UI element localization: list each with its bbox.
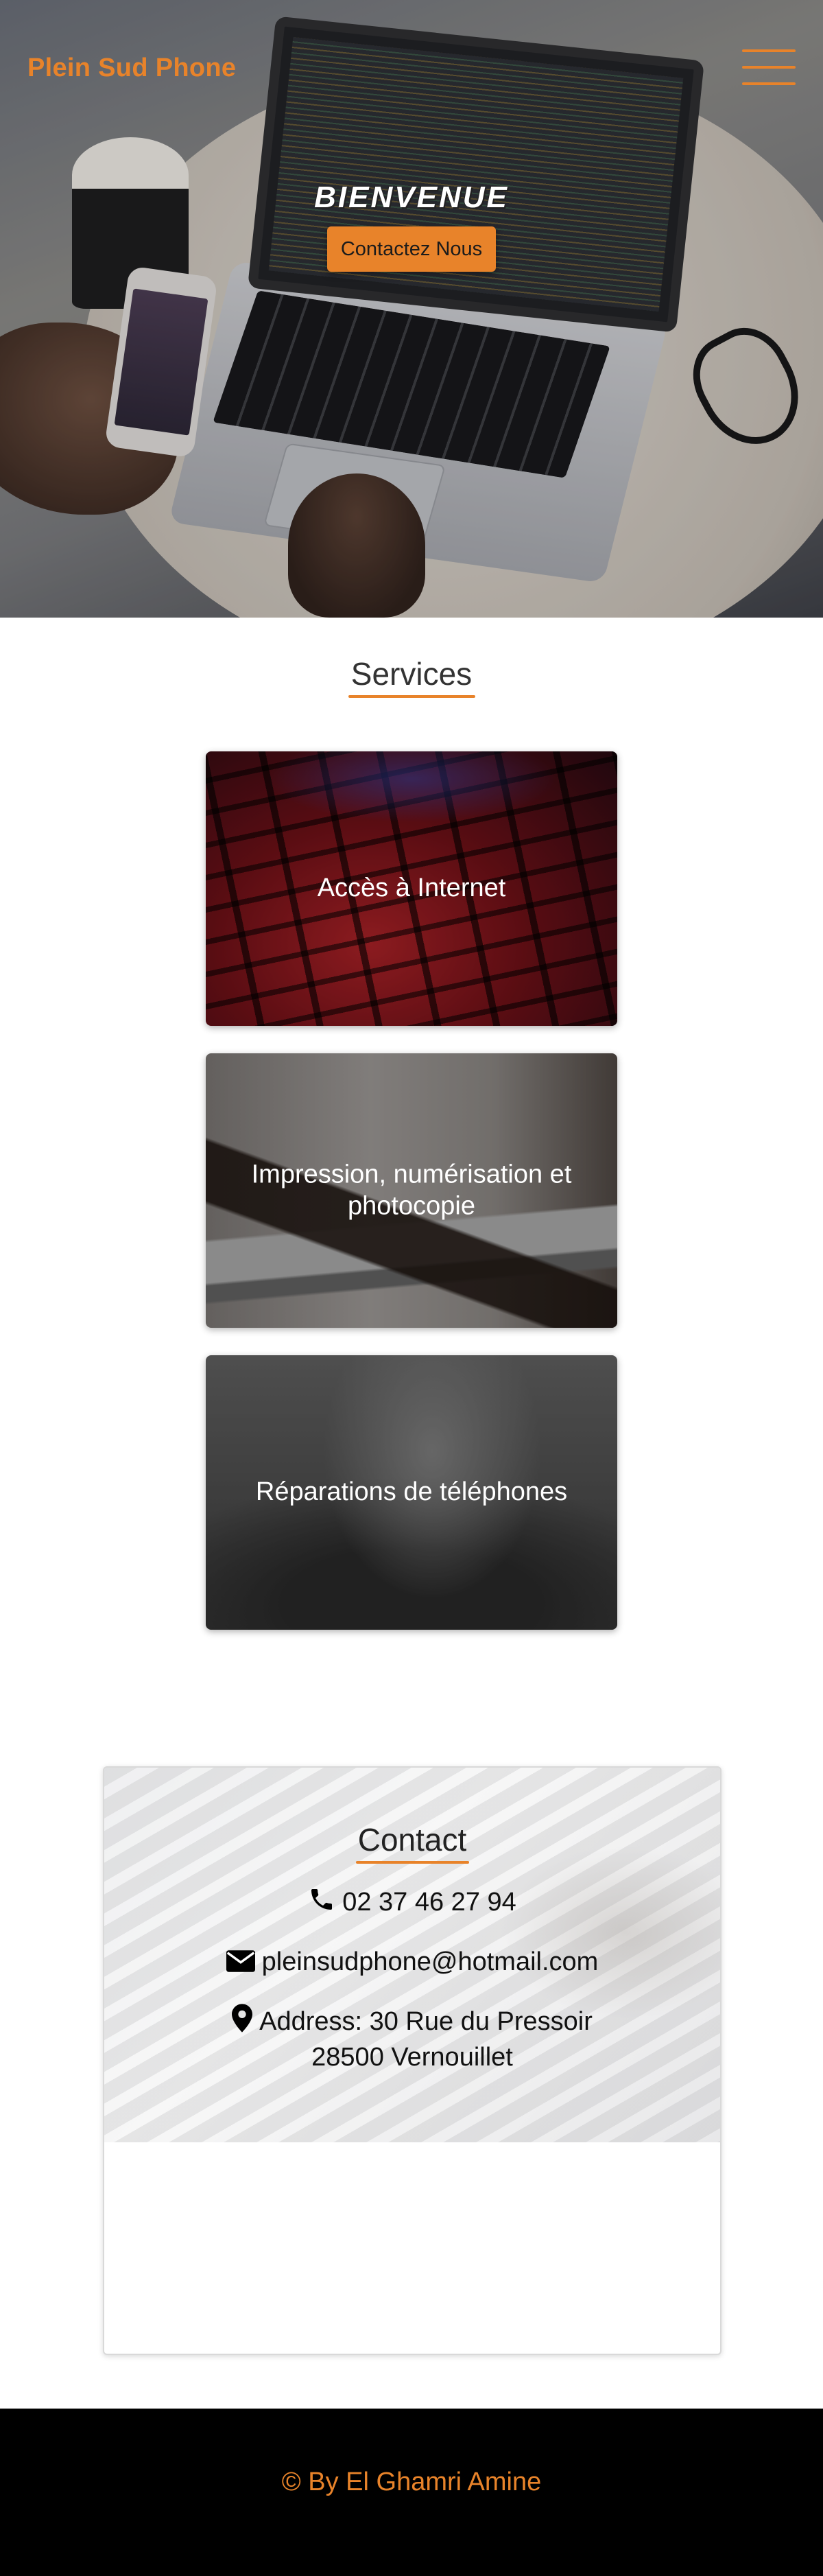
heading-underline xyxy=(355,1861,469,1864)
contact-heading: Contact xyxy=(104,1821,720,1864)
contact-address[interactable]: Address: 30 Rue du Pressoir 28500 Vernou… xyxy=(104,2004,720,2074)
service-card-repair[interactable]: Réparations de téléphones xyxy=(206,1355,617,1630)
envelope-icon xyxy=(226,1949,255,1982)
hero-welcome-title: BIENVENUE xyxy=(314,180,509,214)
service-card-label: Impression, numérisation et photocopie xyxy=(251,1160,572,1220)
brand-logo[interactable]: Plein Sud Phone xyxy=(27,54,236,83)
service-card-label: Réparations de téléphones xyxy=(255,1477,568,1507)
contact-card: Contact 02 37 46 27 94 pleinsudphone@hot… xyxy=(103,1766,721,2355)
contact-us-button[interactable]: Contactez Nous xyxy=(327,226,496,272)
hero-banner: Plein Sud Phone BIENVENUE Contactez Nous xyxy=(0,0,823,618)
service-card-printing[interactable]: Impression, numérisation et photocopie xyxy=(206,1053,617,1328)
contact-phone[interactable]: 02 37 46 27 94 xyxy=(104,1886,720,1922)
services-heading: Services xyxy=(0,655,823,698)
contact-email[interactable]: pleinsudphone@hotmail.com xyxy=(104,1946,720,1982)
service-card-label: Accès à Internet xyxy=(317,874,506,903)
map-marker-icon xyxy=(232,2004,253,2041)
hamburger-menu-icon[interactable] xyxy=(742,49,796,85)
footer: © By El Ghamri Amine xyxy=(0,2409,823,2576)
phone-icon xyxy=(308,1886,335,1922)
copyright-text: © By El Ghamri Amine xyxy=(281,2468,542,2496)
service-card-internet[interactable]: Accès à Internet xyxy=(206,751,617,1026)
heading-underline xyxy=(348,695,475,698)
